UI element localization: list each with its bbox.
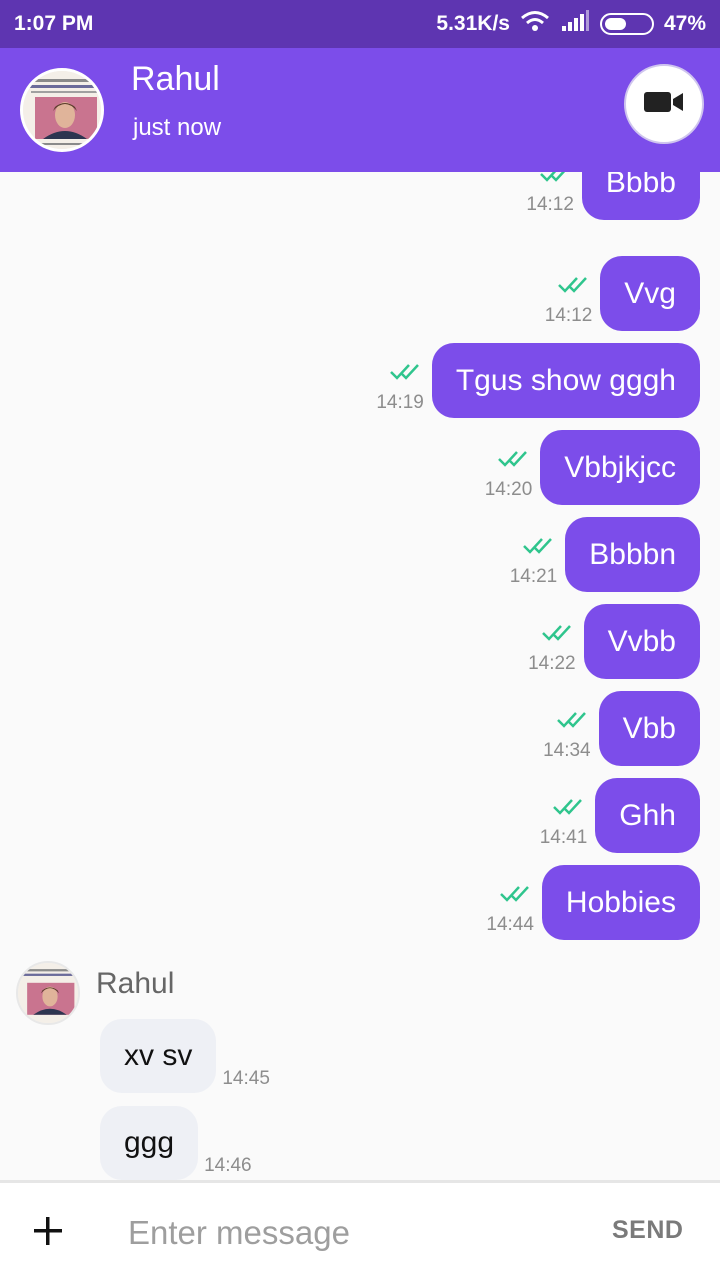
- message-time: 14:34: [543, 740, 591, 761]
- plus-icon: [28, 1217, 68, 1255]
- message-input[interactable]: [128, 1207, 578, 1259]
- message-meta: 14:21: [499, 517, 561, 592]
- network-speed: 5.31K/s: [436, 12, 510, 35]
- battery-percent: 47%: [663, 12, 706, 35]
- message-meta: 14:34: [533, 691, 595, 766]
- message-time: 14:20: [484, 479, 533, 500]
- message-bubble[interactable]: Vbb: [598, 691, 700, 766]
- last-seen-status: just now: [133, 114, 222, 141]
- message-time: 14:41: [539, 827, 588, 848]
- read-ticks-icon: [523, 537, 555, 560]
- message-bubble[interactable]: Vvbb: [583, 604, 700, 679]
- message-bubble[interactable]: Tgus show gggh: [431, 343, 700, 418]
- read-ticks-icon: [556, 711, 589, 734]
- battery-icon: [599, 13, 654, 35]
- message-out[interactable]: 14:20 Vbbjkjcc: [474, 430, 700, 505]
- chat-header: Rahul just now: [0, 48, 720, 172]
- message-time: 14:46: [204, 1155, 252, 1176]
- message-out[interactable]: 14:12 Bbbb: [516, 172, 700, 220]
- message-bubble[interactable]: Ghh: [595, 778, 700, 853]
- video-call-button[interactable]: [624, 64, 704, 144]
- message-time: 14:12: [544, 305, 593, 326]
- message-out[interactable]: 14:22 Vvbb: [518, 604, 700, 679]
- message-bubble[interactable]: Hobbies: [541, 865, 700, 940]
- message-in[interactable]: ggg 14:46: [100, 1106, 252, 1180]
- message-out[interactable]: 14:21 Bbbbn: [499, 517, 700, 592]
- message-time: 14:22: [528, 653, 576, 674]
- message-bubble[interactable]: Bbbbn: [565, 517, 700, 592]
- attach-button[interactable]: [28, 1211, 68, 1251]
- signal-icon: [560, 10, 590, 38]
- message-bubble[interactable]: Bbbb: [581, 172, 700, 220]
- read-ticks-icon: [500, 885, 532, 908]
- video-camera-icon: [644, 90, 684, 119]
- wifi-icon: [520, 10, 550, 38]
- message-meta: 14:12: [516, 172, 578, 220]
- message-meta: 14:41: [529, 778, 591, 853]
- read-ticks-icon: [541, 624, 574, 647]
- message-out[interactable]: 14:41 Ghh: [529, 778, 700, 853]
- chat-screen: 1:07 PM 5.31K/s 47% Rahul just now 14:12…: [0, 0, 720, 1280]
- message-time: 14:19: [376, 392, 424, 413]
- message-bubble[interactable]: Vvg: [600, 256, 700, 331]
- message-meta: 14:20: [474, 430, 536, 505]
- read-ticks-icon: [389, 363, 422, 386]
- sender-name: Rahul: [96, 967, 175, 1000]
- message-meta: 14:12: [534, 256, 596, 331]
- read-ticks-icon: [540, 172, 572, 188]
- message-out[interactable]: 14:34 Vbb: [533, 691, 700, 766]
- message-time: 14:45: [222, 1068, 270, 1089]
- message-bubble[interactable]: ggg: [100, 1106, 199, 1180]
- message-meta: 14:19: [366, 343, 428, 418]
- message-bubble[interactable]: Vbbjkjcc: [540, 430, 700, 505]
- message-out[interactable]: 14:19 Tgus show gggh: [366, 343, 700, 418]
- message-in[interactable]: xv sv 14:45: [100, 1019, 270, 1093]
- status-bar: 1:07 PM 5.31K/s 47%: [0, 0, 720, 48]
- send-button[interactable]: SEND: [612, 1216, 683, 1245]
- message-bubble[interactable]: xv sv: [100, 1019, 217, 1093]
- status-time: 1:07 PM: [14, 12, 94, 35]
- message-out[interactable]: 14:44 Hobbies: [476, 865, 700, 940]
- status-indicators: 5.31K/s 47%: [436, 10, 706, 38]
- read-ticks-icon: [553, 798, 585, 821]
- message-list[interactable]: 14:12 Bbbb 14:12 Vvg 14:19 Tgus show ggg…: [0, 172, 720, 1180]
- message-meta: 14:22: [518, 604, 580, 679]
- message-composer: SEND: [0, 1180, 720, 1280]
- message-time: 14:21: [509, 566, 558, 587]
- sender-avatar[interactable]: [16, 961, 80, 1025]
- message-time: 14:12: [526, 194, 574, 215]
- message-time: 14:44: [486, 914, 534, 935]
- contact-name: Rahul: [131, 60, 220, 98]
- read-ticks-icon: [498, 450, 530, 473]
- message-meta: 14:44: [476, 865, 538, 940]
- message-out[interactable]: 14:12 Vvg: [534, 256, 700, 331]
- read-ticks-icon: [558, 276, 590, 299]
- contact-avatar[interactable]: [20, 68, 104, 152]
